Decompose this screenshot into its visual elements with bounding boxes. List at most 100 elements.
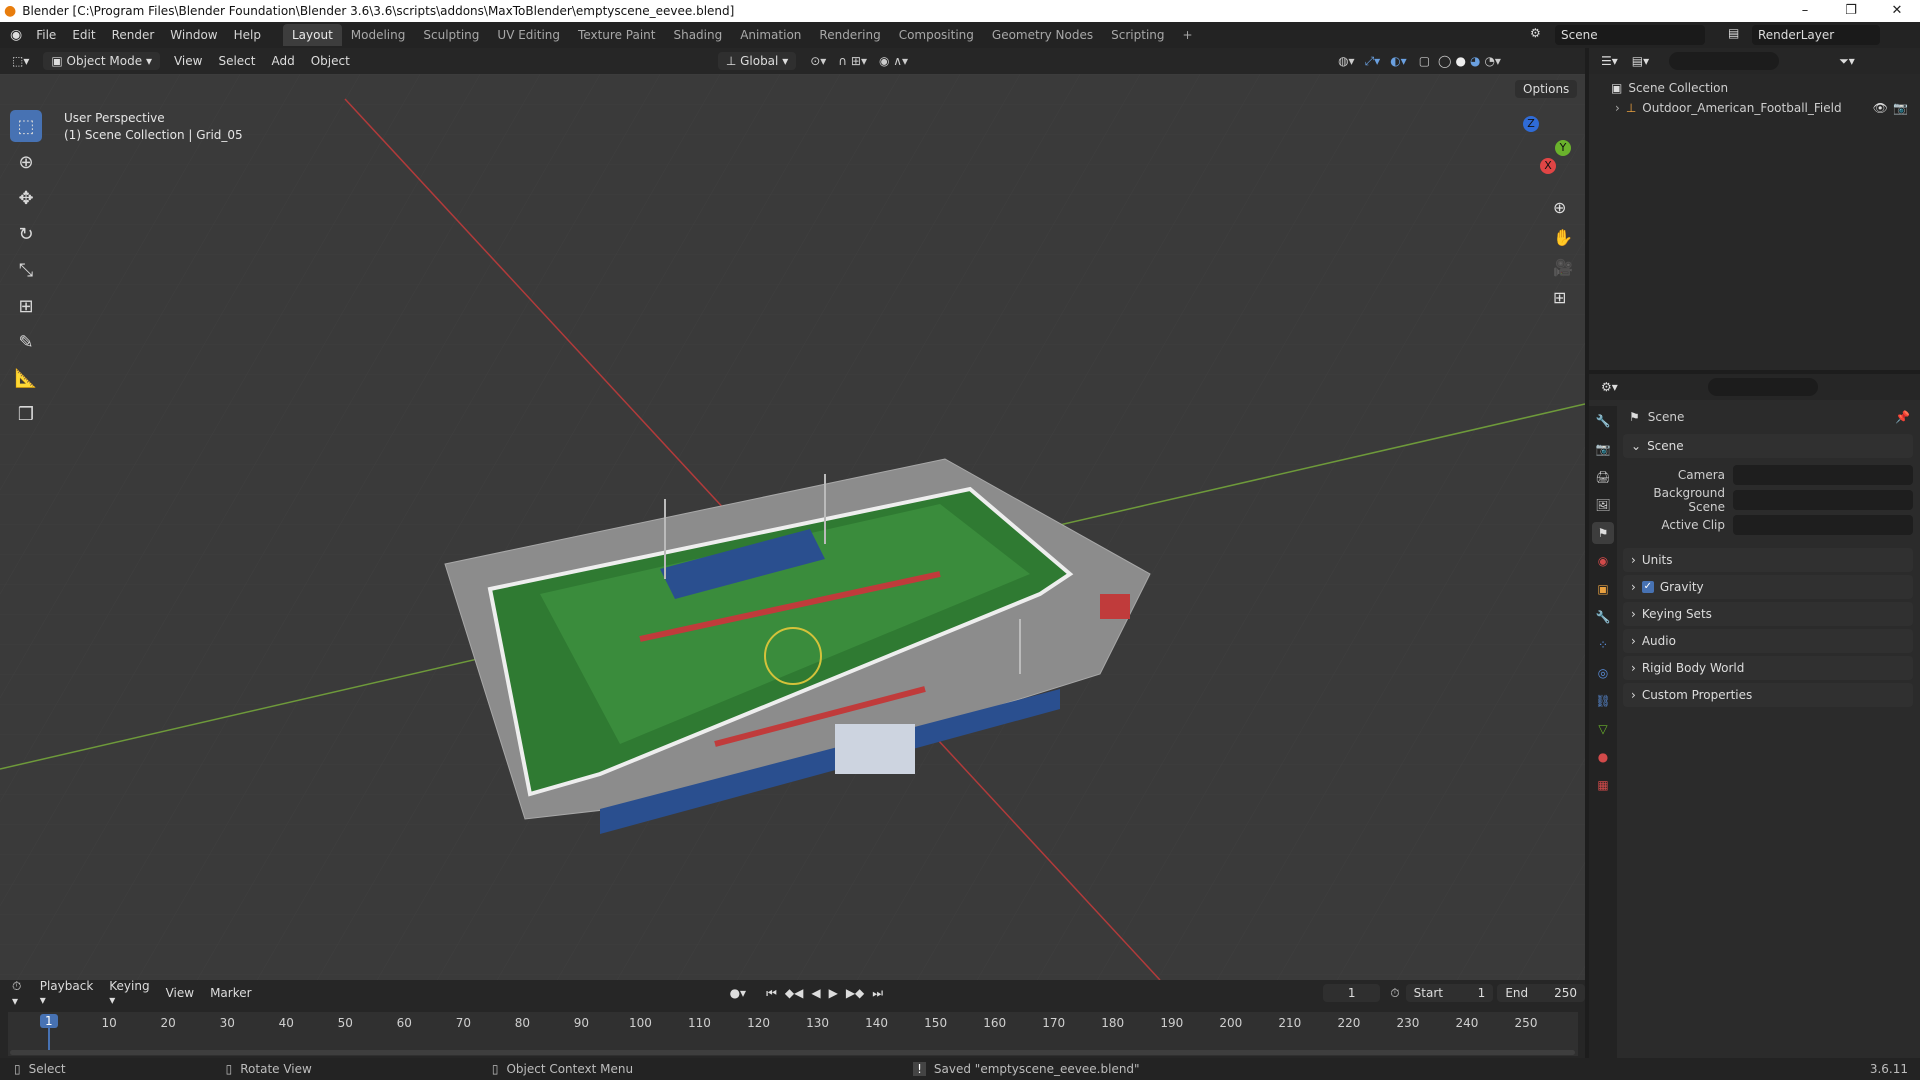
properties-search-field[interactable]: [1707, 378, 1818, 396]
tab-compositing[interactable]: Compositing: [890, 24, 983, 46]
jump-end-icon[interactable]: ⏭: [872, 986, 883, 1001]
particles-tab-icon[interactable]: ⁘: [1592, 634, 1614, 656]
tab-uv-editing[interactable]: UV Editing: [488, 24, 569, 46]
menu-help[interactable]: Help: [226, 28, 269, 42]
play-icon[interactable]: ▶: [829, 986, 838, 1000]
tab-shading[interactable]: Shading: [664, 24, 731, 46]
start-frame-field[interactable]: Start 1: [1405, 984, 1494, 1002]
data-tab-icon[interactable]: ▽: [1592, 718, 1614, 740]
select-box-tool[interactable]: ⬚: [10, 110, 42, 142]
menu-playback[interactable]: Playback ▾: [32, 979, 102, 1007]
active-clip-value[interactable]: [1733, 515, 1913, 535]
minimize-button[interactable]: –: [1782, 0, 1828, 22]
mode-dropdown[interactable]: ▣ Object Mode ▾: [43, 52, 160, 70]
xray-icon[interactable]: ▢: [1419, 54, 1430, 68]
object-tab-icon[interactable]: ▣: [1592, 578, 1614, 600]
modifier-tab-icon[interactable]: 🔧: [1592, 606, 1614, 628]
pan-icon[interactable]: ✋: [1553, 228, 1573, 247]
visibility-eye-icon[interactable]: 👁: [1873, 101, 1888, 115]
add-cube-tool[interactable]: ❒: [10, 398, 42, 430]
menu-window[interactable]: Window: [162, 28, 225, 42]
visibility-icon[interactable]: ◍▾: [1338, 54, 1355, 68]
menu-add[interactable]: Add: [263, 54, 302, 68]
menu-object[interactable]: Object: [303, 54, 358, 68]
pivot-icon[interactable]: ⊙▾: [810, 54, 826, 68]
expand-arrow-icon[interactable]: ›: [1615, 101, 1620, 115]
tab-texture-paint[interactable]: Texture Paint: [569, 24, 664, 46]
view-layer-tab-icon[interactable]: 🖼: [1592, 494, 1614, 516]
editor-type-icon[interactable]: ⬚▾: [12, 54, 29, 68]
shading-solid-icon[interactable]: ●: [1455, 54, 1465, 68]
scene-selector[interactable]: Scene: [1555, 25, 1705, 45]
timeline-scrollbar[interactable]: [10, 1050, 1575, 1055]
pin-icon[interactable]: 📌: [1895, 410, 1910, 424]
proportional-edit-icon[interactable]: ◉ ∧▾: [879, 54, 908, 68]
end-frame-field[interactable]: End 250: [1497, 984, 1585, 1002]
zoom-icon[interactable]: ⊕: [1553, 198, 1566, 217]
scene-panel-header[interactable]: ⌄ Scene: [1623, 434, 1913, 458]
camera-field[interactable]: Camera: [1623, 464, 1913, 486]
tab-sculpting[interactable]: Sculpting: [414, 24, 488, 46]
snap-icon[interactable]: ∩ ⊞▾: [838, 54, 867, 68]
play-reverse-icon[interactable]: ◀: [811, 986, 820, 1000]
move-tool[interactable]: ✥: [10, 182, 42, 214]
tab-layout[interactable]: Layout: [282, 24, 342, 46]
maximize-button[interactable]: ❐: [1828, 0, 1874, 22]
menu-file[interactable]: File: [28, 28, 64, 42]
tab-scripting[interactable]: Scripting: [1102, 24, 1173, 46]
background-scene-value[interactable]: [1733, 490, 1913, 510]
outliner-root[interactable]: ▣ Scene Collection: [1589, 78, 1920, 98]
custom-properties-panel[interactable]: › Custom Properties: [1623, 683, 1913, 707]
prev-keyframe-icon[interactable]: ◆◀: [785, 986, 803, 1000]
add-workspace-button[interactable]: +: [1174, 24, 1202, 46]
transform-tool[interactable]: ⊞: [10, 290, 42, 322]
rotate-tool[interactable]: ↻: [10, 218, 42, 250]
scale-tool[interactable]: ⤡: [10, 254, 42, 286]
jump-start-icon[interactable]: ⏮: [766, 986, 777, 1001]
options-button[interactable]: Options: [1515, 80, 1578, 98]
preview-range-icon[interactable]: ⏱: [1390, 986, 1399, 1001]
3d-viewport[interactable]: ⬚ ⊕ ✥ ↻ ⤡ ⊞ ✎ 📐 ❒ User Perspective (1) S…: [0, 74, 1585, 980]
tab-rendering[interactable]: Rendering: [810, 24, 889, 46]
tool-tab-icon[interactable]: 🔧: [1592, 410, 1614, 432]
timeline-editor-icon[interactable]: ⏱▾: [12, 979, 24, 1008]
texture-tab-icon[interactable]: ▦: [1592, 774, 1614, 796]
keying-sets-panel[interactable]: › Keying Sets: [1623, 602, 1913, 626]
render-tab-icon[interactable]: 📷: [1592, 438, 1614, 460]
overlay-toggle-icon[interactable]: ◐▾: [1390, 54, 1407, 68]
cursor-tool[interactable]: ⊕: [10, 146, 42, 178]
shading-wireframe-icon[interactable]: ◯: [1438, 54, 1451, 68]
transform-orientation-dropdown[interactable]: ⊥ Global ▾: [717, 52, 797, 70]
background-scene-field[interactable]: Background Scene: [1623, 486, 1913, 514]
tab-geometry-nodes[interactable]: Geometry Nodes: [983, 24, 1102, 46]
gravity-checkbox[interactable]: ✓: [1641, 581, 1654, 593]
camera-value[interactable]: [1733, 465, 1913, 485]
shading-material-icon[interactable]: ◕: [1470, 54, 1480, 68]
gizmo-z-axis[interactable]: Z: [1523, 116, 1539, 132]
render-camera-icon[interactable]: 📷: [1893, 101, 1908, 115]
measure-tool[interactable]: 📐: [10, 362, 42, 394]
menu-timeline-view[interactable]: View: [158, 986, 202, 1000]
rigid-body-world-panel[interactable]: › Rigid Body World: [1623, 656, 1913, 680]
properties-editor-icon[interactable]: ⚙▾: [1601, 380, 1618, 394]
record-icon[interactable]: ●▾: [730, 986, 747, 1000]
gizmo-toggle-icon[interactable]: ⤢▾: [1365, 54, 1381, 69]
tab-animation[interactable]: Animation: [731, 24, 810, 46]
gravity-panel[interactable]: › ✓ Gravity: [1623, 575, 1913, 599]
display-mode-icon[interactable]: ▤▾: [1632, 54, 1649, 68]
next-keyframe-icon[interactable]: ▶◆: [846, 986, 864, 1000]
outliner-editor-icon[interactable]: ☰▾: [1601, 54, 1618, 68]
menu-select[interactable]: Select: [210, 54, 263, 68]
close-button[interactable]: ✕: [1874, 0, 1920, 22]
active-clip-field[interactable]: Active Clip: [1623, 514, 1913, 536]
outliner-item[interactable]: › ⊥ Outdoor_American_Football_Field 👁 📷: [1589, 98, 1920, 118]
units-panel[interactable]: › Units: [1623, 548, 1913, 572]
menu-edit[interactable]: Edit: [64, 28, 103, 42]
blender-menu-icon[interactable]: ◉: [10, 27, 22, 43]
material-tab-icon[interactable]: ●: [1592, 746, 1614, 768]
menu-view[interactable]: View: [166, 54, 210, 68]
audio-panel[interactable]: › Audio: [1623, 629, 1913, 653]
view-layer-icon[interactable]: ▤: [1728, 26, 1739, 40]
menu-marker[interactable]: Marker: [202, 986, 259, 1000]
current-frame-field[interactable]: 1: [1323, 984, 1381, 1002]
